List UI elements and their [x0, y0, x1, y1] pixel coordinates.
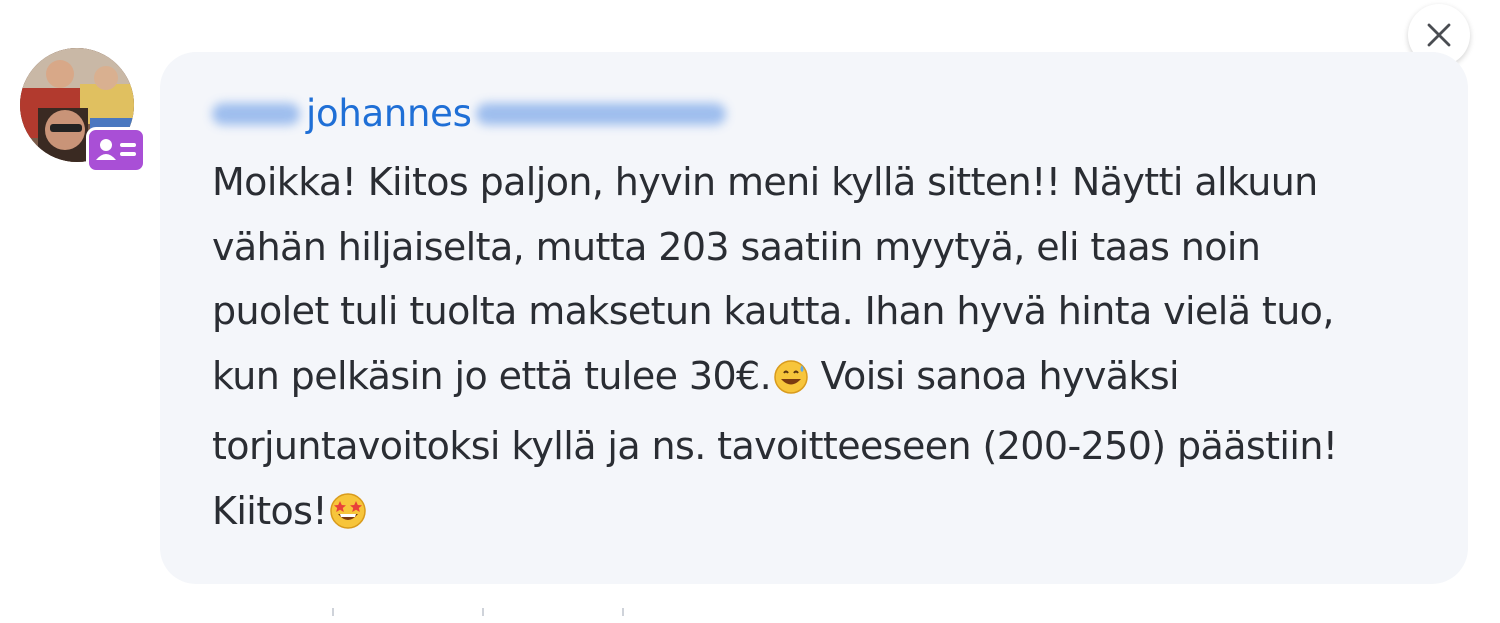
grinning-sweat-emoji — [773, 350, 809, 415]
message-line-part: Kiitos! — [212, 488, 328, 533]
chat-message-view: johannes Moikka! Kiitos paljon, hyvin me… — [0, 0, 1500, 623]
message-line: Moikka! Kiitos paljon, hyvin meni kyllä … — [212, 160, 1318, 204]
message-line: torjuntavoitoksi kyllä ja ns. tavoittees… — [212, 424, 1338, 468]
message-line-part: Voisi sanoa hyväksi — [820, 353, 1180, 398]
close-icon — [1427, 23, 1451, 47]
message-text: Moikka! Kiitos paljon, hyvin meni kyllä … — [212, 150, 1452, 549]
star-struck-emoji — [329, 485, 367, 550]
message-line: vähän hiljaiselta, mutta 203 saatiin myy… — [212, 224, 1261, 269]
message-line-part: kun pelkäsin jo että tulee 30€. — [212, 353, 772, 398]
id-card-icon — [86, 127, 146, 173]
message-line: kun pelkäsin jo että tulee 30€. Voisi sa… — [212, 344, 1452, 415]
sender-line[interactable]: johannes — [212, 92, 726, 136]
sender-name[interactable]: johannes — [306, 92, 472, 136]
message-line: puolet tuli tuolta maksetun kautta. Ihan… — [212, 289, 1334, 333]
redacted-text — [212, 103, 300, 125]
message-line: Kiitos! — [212, 479, 1452, 550]
redacted-text — [475, 103, 726, 125]
